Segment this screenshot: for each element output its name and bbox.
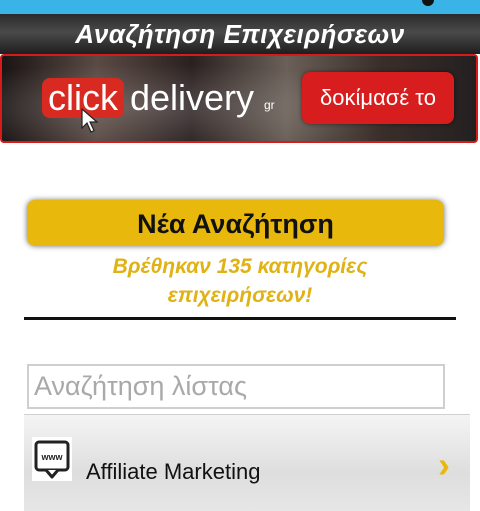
new-search-button[interactable]: Νέα Αναζήτηση	[27, 200, 444, 246]
ad-banner[interactable]: click delivery gr δοκίμασέ το	[0, 54, 478, 143]
page-title: Αναζήτηση Επιχειρήσεων	[0, 14, 480, 54]
chevron-right-icon: ›	[438, 444, 450, 485]
banner-cta-button[interactable]: δοκίμασέ το	[302, 72, 454, 124]
brand-delivery: delivery	[130, 77, 255, 118]
divider	[24, 317, 456, 320]
status-icon	[422, 0, 434, 6]
svg-text:www: www	[40, 452, 63, 462]
list-item-label: Affiliate Marketing	[86, 459, 261, 484]
results-count-text: Βρέθηκαν 135 κατηγορίες επιχειρήσεων!	[112, 255, 368, 307]
list-search-input[interactable]	[27, 364, 445, 409]
www-icon: www	[32, 437, 72, 481]
list-item[interactable]: www Affiliate Marketing ›	[24, 414, 470, 511]
status-bar	[0, 0, 480, 14]
cursor-icon	[81, 108, 99, 133]
brand-gr: gr	[264, 98, 275, 112]
